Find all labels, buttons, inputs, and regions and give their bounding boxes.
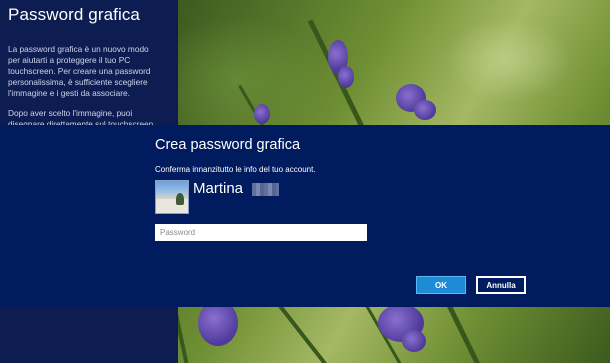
cancel-button[interactable]: Annulla [476, 276, 526, 294]
blurred-surname [252, 183, 279, 196]
avatar [155, 180, 189, 214]
user-name: Martina [193, 180, 244, 197]
panel-paragraph-1: La password grafica è un nuovo modo per … [8, 44, 151, 98]
password-input[interactable] [155, 224, 367, 241]
panel-title: Password grafica [8, 5, 140, 24]
create-picture-password-dialog: Crea password grafica Conferma innanzitu… [0, 125, 610, 307]
dialog-subtitle: Conferma innanzitutto le info del tuo ac… [155, 165, 316, 174]
dialog-title: Crea password grafica [155, 137, 301, 153]
ok-button[interactable]: OK [416, 276, 466, 294]
